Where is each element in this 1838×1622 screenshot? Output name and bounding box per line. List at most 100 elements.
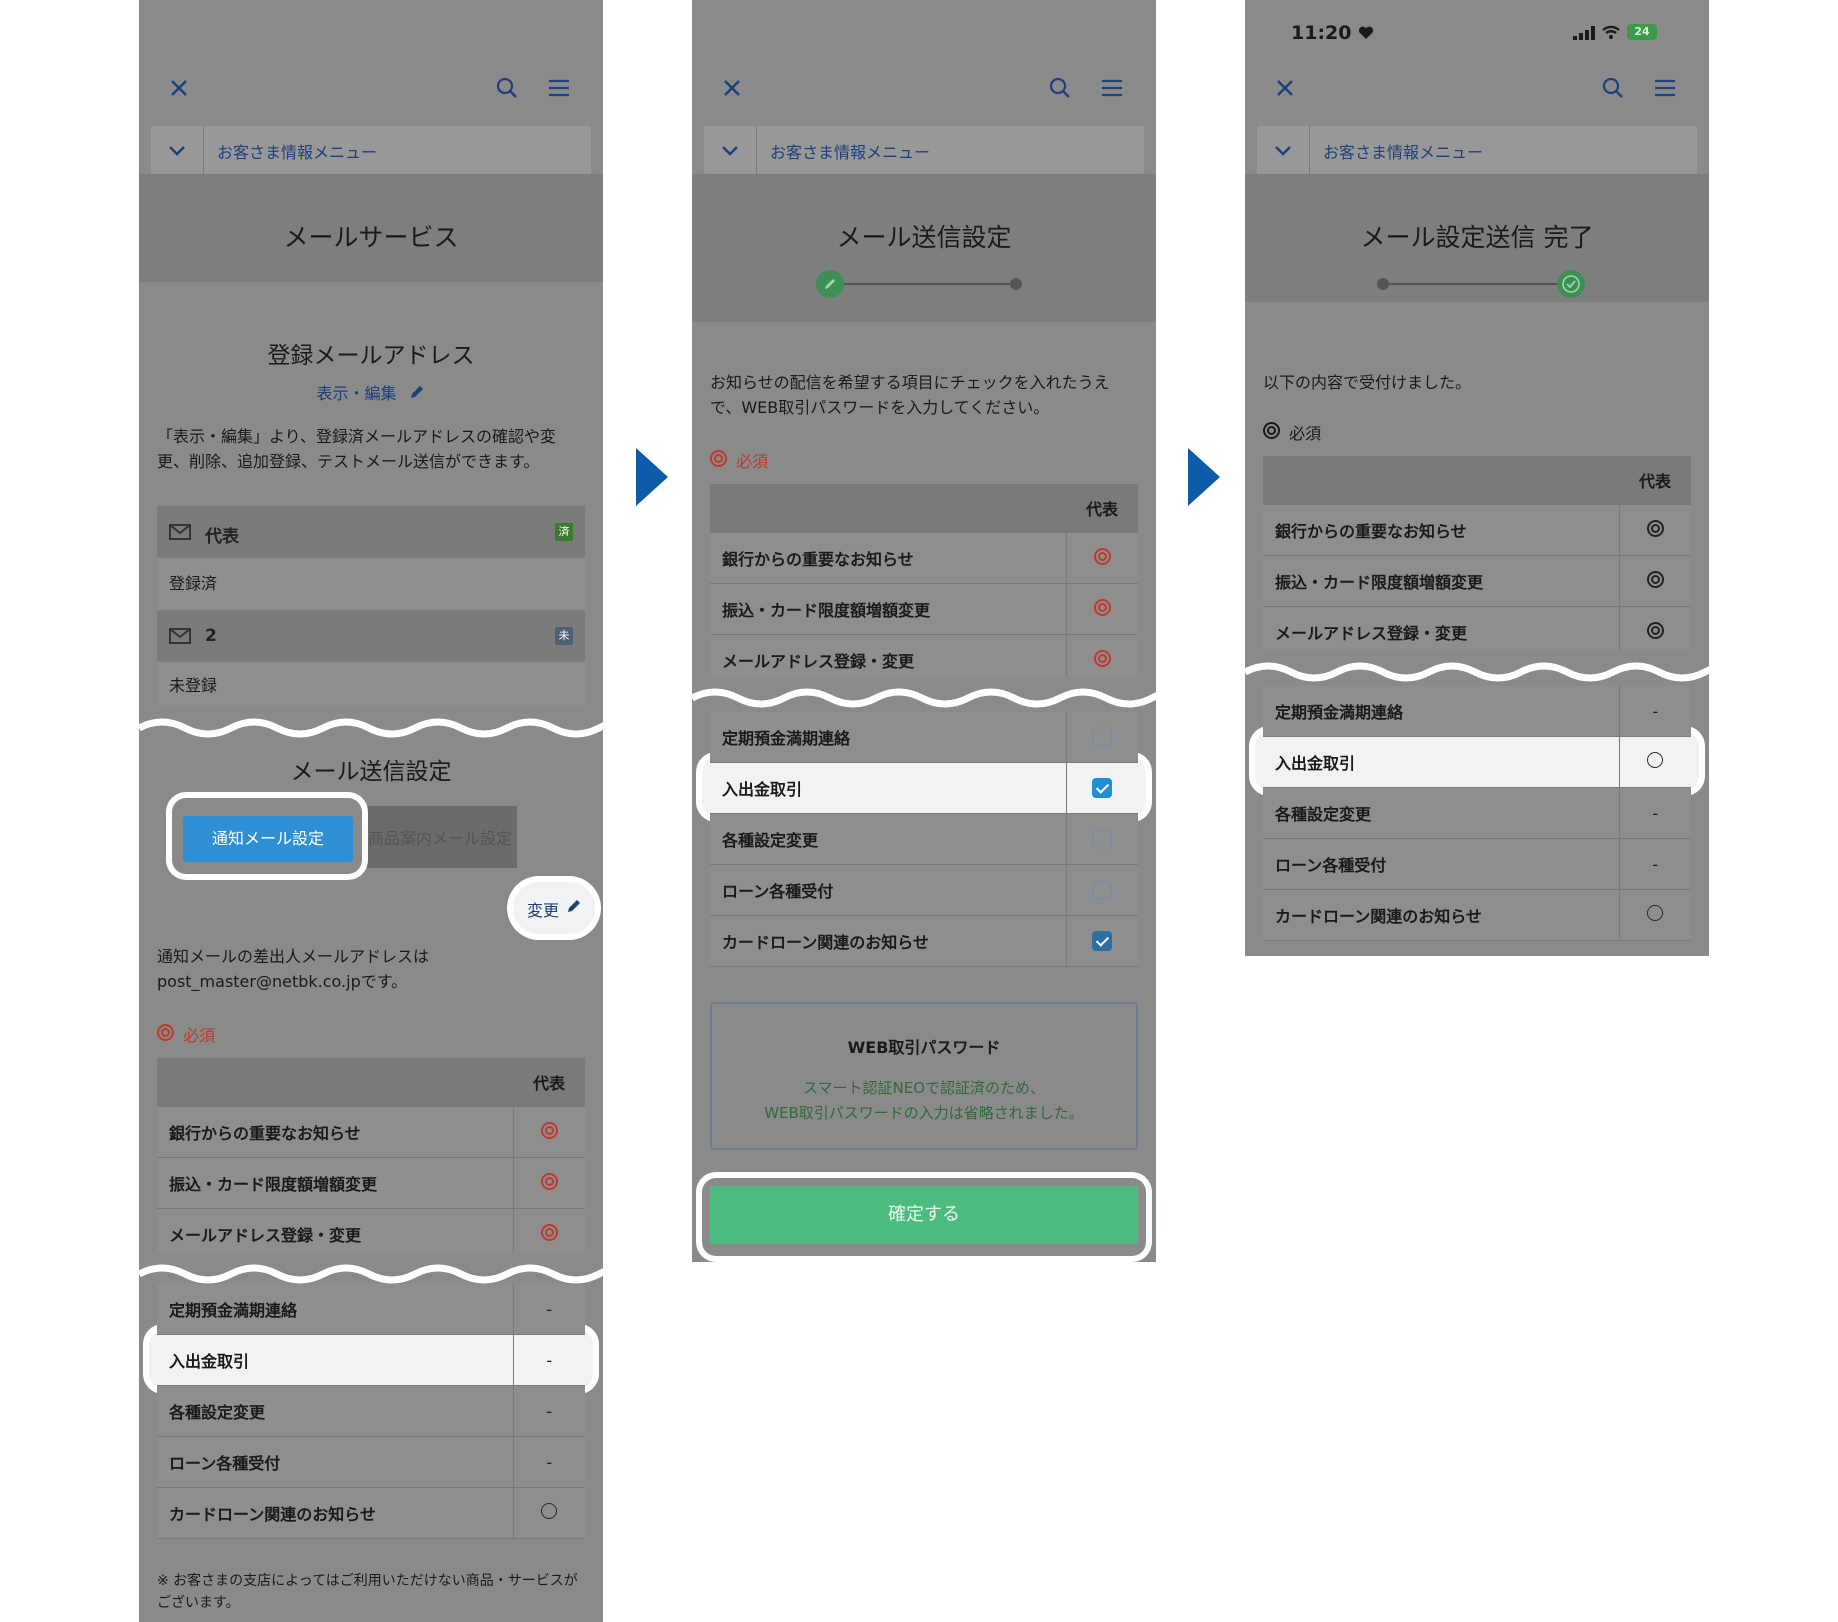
close-icon[interactable]	[1271, 74, 1299, 102]
mail-2-name: 2	[205, 626, 217, 646]
screen-complete: 11:20 24 お客さま情報メニュー メール設定送信 完了 以下の内容で受付け…	[1245, 0, 1709, 956]
step-1-done	[1377, 278, 1389, 290]
required-icon	[1093, 649, 1111, 667]
customer-info-menu[interactable]: お客さま情報メニュー	[151, 126, 591, 174]
search-icon[interactable]	[493, 74, 521, 102]
confirm-button[interactable]: 確定する	[710, 1186, 1138, 1244]
checkbox-deposit-withdrawal[interactable]	[1092, 778, 1113, 799]
tab-notification-mail[interactable]: 通知メール設定	[183, 816, 353, 862]
mail-row-2[interactable]: 2 未	[157, 610, 585, 662]
required-icon	[540, 1121, 558, 1139]
search-icon[interactable]	[1046, 74, 1074, 102]
result-table-bottom: 定期預金満期連絡 - 入出金取引 各種設定変更 - ローン各種受付 - カードローン関…	[1263, 686, 1691, 941]
col-header-primary: 代表	[1619, 456, 1691, 505]
customer-info-menu[interactable]: お客さま情報メニュー	[704, 126, 1144, 174]
notification-table-bottom: 定期預金満期連絡 - 入出金取引 - 各種設定変更 - ローン各種受付 - カードローン…	[157, 1284, 585, 1539]
page-title: メールサービス	[283, 223, 459, 252]
required-icon	[1646, 570, 1664, 588]
mail-2-status: 未登録	[157, 662, 585, 710]
required-icon	[1093, 598, 1111, 616]
step-2-complete	[1557, 270, 1585, 298]
progress-line	[830, 283, 1018, 285]
table-row: カードローン関連のお知らせ	[1263, 889, 1691, 941]
table-row: ローン各種受付 -	[157, 1436, 585, 1488]
pencil-icon	[568, 900, 580, 912]
notification-table-top: 代表 銀行からの重要なお知らせ 振込・カード限度額増額変更 メールアドレス登録・…	[157, 1058, 585, 1260]
web-password-title: WEB取引パスワード	[847, 1038, 1001, 1057]
screen-send-settings: お客さま情報メニュー メール送信設定 お知らせの配信を希望する項目にチェックを入…	[692, 0, 1156, 1262]
table-row: ローン各種受付 -	[1263, 838, 1691, 890]
signal-icon	[1573, 26, 1595, 40]
branch-note: ※ お客さまの支店によってはご利用いただけない商品・サービスがございます。	[157, 1573, 578, 1611]
required-icon	[540, 1223, 558, 1241]
required-icon	[540, 1172, 558, 1190]
table-row: 各種設定変更	[710, 813, 1138, 865]
envelope-icon	[169, 628, 191, 644]
table-row: 定期預金満期連絡 -	[157, 1284, 585, 1335]
page-title: メール設定送信 完了	[1360, 223, 1594, 252]
customer-info-menu-label: お客さま情報メニュー	[217, 143, 378, 162]
wifi-icon	[1602, 25, 1620, 39]
result-table-top: 代表 銀行からの重要なお知らせ 振込・カード限度額増額変更 メールアドレス登録・…	[1263, 456, 1691, 658]
check-circle-icon	[1562, 275, 1580, 293]
table-row: 各種設定変更 -	[157, 1385, 585, 1437]
required-icon	[1093, 547, 1111, 565]
progress-line	[1383, 283, 1571, 285]
circle-icon	[541, 1503, 558, 1519]
chevron-down-icon	[169, 146, 185, 156]
heart-icon	[1359, 26, 1374, 39]
hamburger-menu-icon[interactable]	[1098, 74, 1126, 102]
table-row: 定期預金満期連絡 -	[1263, 686, 1691, 737]
hamburger-menu-icon[interactable]	[545, 74, 573, 102]
mail-1-name: 代表	[205, 527, 239, 547]
mail-address-description: 「表示・編集」より、登録済メールアドレスの確認や変更、削除、追加登録、テストメー…	[157, 427, 557, 471]
change-button-label: 変更	[527, 901, 560, 920]
circle-icon	[1647, 905, 1664, 921]
checkbox-settings-change[interactable]	[1092, 829, 1113, 850]
chevron-down-icon	[1275, 146, 1291, 156]
table-row: カードローン関連のお知らせ	[157, 1487, 585, 1539]
required-legend: 必須	[157, 1022, 215, 1046]
table-row: カードローン関連のお知らせ	[710, 915, 1138, 967]
checkbox-card-loan[interactable]	[1092, 931, 1113, 952]
hamburger-menu-icon[interactable]	[1651, 74, 1679, 102]
mail-row-1[interactable]: 代表 済	[157, 506, 585, 558]
view-edit-link[interactable]: 表示・編集	[139, 380, 603, 404]
required-icon	[1646, 519, 1664, 537]
page-break-wave	[139, 706, 603, 750]
table-row: 振込・カード限度額増額変更	[157, 1157, 585, 1209]
checkbox-fixed-deposit[interactable]	[1092, 727, 1113, 748]
table-row: 銀行からの重要なお知らせ	[157, 1106, 585, 1158]
web-password-skip-message: スマート認証NEOで認証済のため、 WEB取引パスワードの入力は省略されました。	[764, 1079, 1084, 1122]
required-icon	[1646, 621, 1664, 639]
table-row: 入出金取引	[1263, 736, 1691, 788]
col-header-primary: 代表	[513, 1058, 585, 1107]
send-settings-title: メール送信設定	[290, 759, 452, 785]
table-row: 銀行からの重要なお知らせ	[1263, 504, 1691, 556]
unregistered-badge: 未	[555, 627, 573, 645]
table-row: 振込・カード限度額増額変更	[710, 583, 1138, 635]
double-circle-icon	[710, 450, 727, 467]
step-1-current	[816, 270, 844, 298]
required-legend: 必須	[710, 448, 768, 472]
search-icon[interactable]	[1599, 74, 1627, 102]
notification-table-bottom: 定期預金満期連絡 入出金取引 各種設定変更 ローン各種受付 カードローン関連のお…	[710, 712, 1138, 967]
pencil-icon	[410, 386, 423, 398]
table-row: 銀行からの重要なお知らせ	[710, 532, 1138, 584]
page-title: メール送信設定	[836, 223, 1012, 252]
checkbox-loan[interactable]	[1092, 880, 1113, 901]
close-icon[interactable]	[165, 74, 193, 102]
customer-info-menu[interactable]: お客さま情報メニュー	[1257, 126, 1697, 174]
close-icon[interactable]	[718, 74, 746, 102]
section-title: 登録メールアドレス	[267, 343, 475, 369]
table-row: 各種設定変更 -	[1263, 787, 1691, 839]
required-legend: 必須	[1263, 420, 1321, 444]
pencil-icon	[825, 279, 835, 289]
chevron-down-icon	[722, 146, 738, 156]
tab-product-mail[interactable]: 商品案内メール設定	[365, 816, 515, 862]
next-step-arrow-icon	[1188, 448, 1220, 506]
envelope-icon	[169, 524, 191, 540]
double-circle-icon	[157, 1024, 174, 1041]
change-button[interactable]: 変更	[513, 882, 595, 934]
instruction-text: お知らせの配信を希望する項目にチェックを入れたうえで、WEB取引パスワードを入力…	[710, 373, 1110, 417]
